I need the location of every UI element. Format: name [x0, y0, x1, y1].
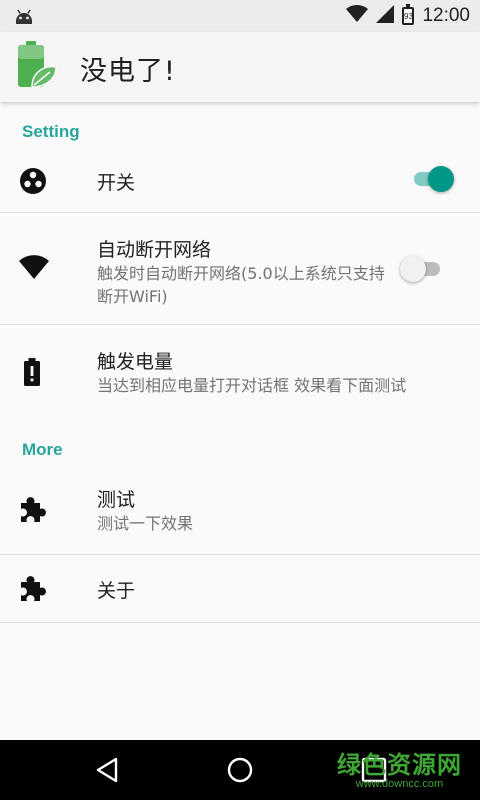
toggle-switch-off[interactable] — [398, 255, 444, 283]
preference-title: 开关 — [97, 172, 136, 194]
divider — [0, 622, 480, 623]
preference-about[interactable]: 关于 — [0, 555, 480, 622]
signal-icon — [376, 5, 395, 27]
battery-alert-icon — [23, 358, 41, 390]
preference-test[interactable]: 测试 测试一下效果 — [0, 470, 480, 554]
preference-title: 自动断开网络 — [97, 239, 212, 261]
section-header-setting: Setting — [22, 122, 80, 141]
battery-icon: 93 — [402, 4, 415, 25]
watermark: 绿色资源网 www.downcc.com — [337, 745, 462, 790]
section-header-more: More — [22, 440, 63, 459]
home-icon[interactable] — [226, 756, 254, 788]
watermark-main: 绿色资源网 — [337, 751, 462, 779]
wifi-icon — [18, 255, 50, 285]
preference-trigger-battery-level[interactable]: 触发电量 当达到相应电量打开对话框 效果看下面测试 — [0, 325, 480, 413]
status-time: 12:00 — [422, 5, 470, 26]
app-bar: 没电了! — [0, 32, 480, 102]
preference-summary: 测试一下效果 — [97, 514, 194, 533]
preference-toggle[interactable]: 开关 — [0, 150, 480, 212]
preference-auto-disconnect-network[interactable]: 自动断开网络 触发时自动断开网络(5.0以上系统只支持断开WiFi) — [0, 213, 480, 324]
wifi-icon — [346, 4, 369, 27]
preference-summary: 触发时自动断开网络(5.0以上系统只支持断开WiFi) — [97, 264, 385, 306]
battery-level: 93 — [404, 11, 413, 21]
puzzle-icon — [18, 494, 48, 528]
battery-leaf-icon — [16, 41, 58, 95]
back-icon[interactable] — [94, 756, 120, 788]
toggle-circles-icon — [18, 166, 48, 200]
preference-title: 关于 — [97, 580, 136, 602]
preference-title: 触发电量 — [97, 351, 174, 373]
preference-title: 测试 — [97, 489, 136, 511]
puzzle-icon — [18, 573, 48, 607]
status-bar: 93 12:00 — [0, 0, 480, 32]
android-debug-icon — [14, 7, 34, 29]
toggle-switch-on[interactable] — [410, 165, 456, 193]
preference-summary: 当达到相应电量打开对话框 效果看下面测试 — [97, 376, 407, 395]
page-title: 没电了! — [80, 56, 176, 87]
